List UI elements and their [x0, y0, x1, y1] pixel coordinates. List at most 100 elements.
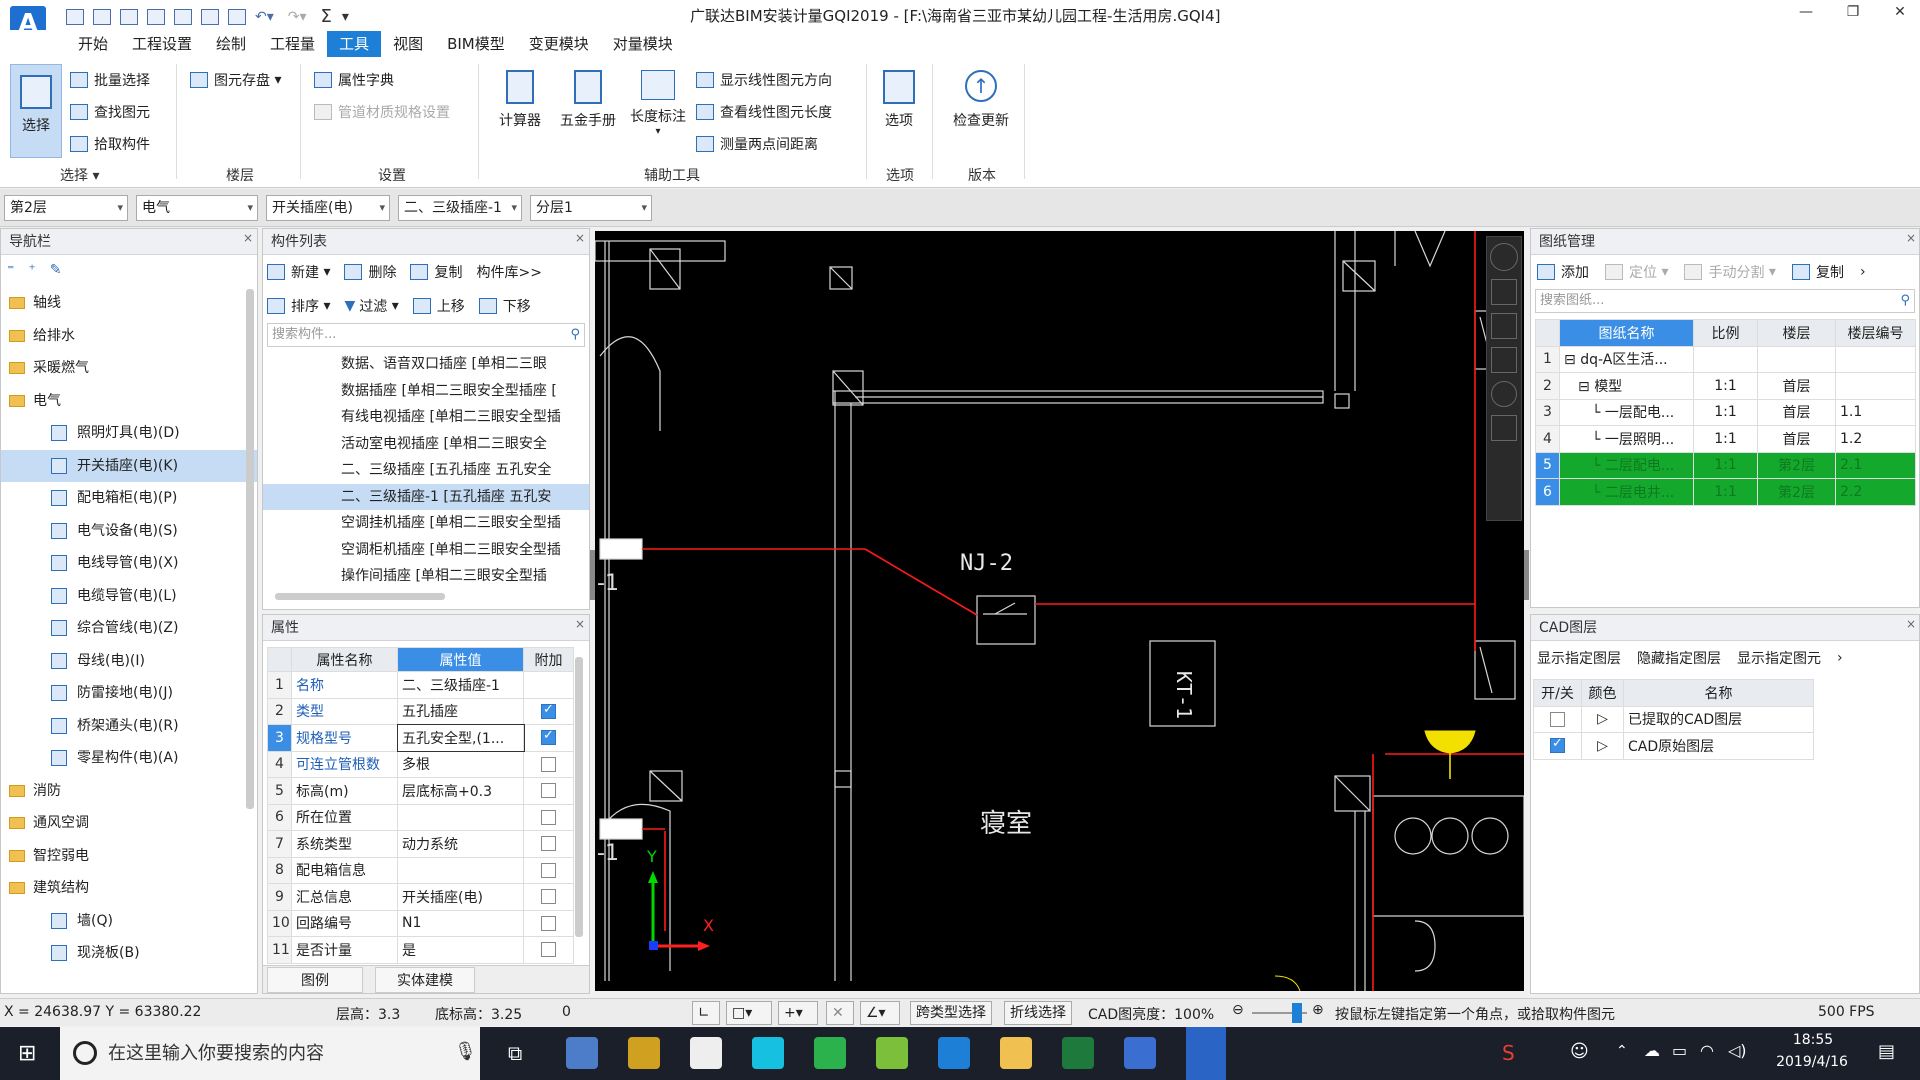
calculator-button[interactable]: 计算器: [494, 70, 546, 130]
select-big-button[interactable]: 选择: [10, 64, 62, 158]
tab-legend[interactable]: 图例: [267, 966, 363, 993]
layer-toggle-checkbox[interactable]: [1550, 711, 1565, 727]
app-chrome-icon[interactable]: [566, 1037, 598, 1069]
property-row[interactable]: 4 可连立管根数 多根: [267, 750, 574, 778]
delete-button[interactable]: 删除: [344, 262, 396, 282]
layer-expand-icon[interactable]: ▷: [1581, 732, 1624, 760]
redo-icon[interactable]: ↷▾: [288, 9, 307, 25]
find-element-button[interactable]: 查找图元: [70, 96, 150, 128]
component-row[interactable]: 数据、语音双口插座 [单相二三眼: [263, 351, 589, 378]
undo-icon[interactable]: ↶▾: [255, 9, 274, 25]
export-icon[interactable]: [174, 8, 192, 25]
ime-icon[interactable]: S: [1502, 1041, 1515, 1065]
cad-app-icon[interactable]: [1124, 1037, 1156, 1069]
component-row[interactable]: 空调挂机插座 [单相二三眼安全型插: [263, 510, 589, 537]
close-button[interactable]: ✕: [1880, 4, 1920, 20]
component-type-combo[interactable]: 开关插座(电): [266, 195, 390, 221]
view-length-button[interactable]: 查看线性图元长度: [696, 96, 832, 128]
property-value[interactable]: 五孔插座: [397, 697, 524, 725]
property-value[interactable]: 是: [397, 936, 524, 964]
nav-item-6[interactable]: 配电箱柜(电)(P): [1, 482, 257, 515]
collapse-icon[interactable]: ⁼: [7, 262, 14, 278]
nav-item-12[interactable]: 防雷接地(电)(J): [1, 677, 257, 710]
close-icon[interactable]: ×: [243, 231, 253, 245]
show-direction-button[interactable]: 显示线性图元方向: [696, 64, 832, 96]
grid-snap-icon[interactable]: +▾: [778, 1001, 818, 1025]
taskbar-search-input[interactable]: 在这里输入你要搜索的内容: [60, 1027, 480, 1080]
menu-item-6[interactable]: BIM模型: [435, 31, 517, 57]
property-value[interactable]: 五孔安全型,(1...: [396, 723, 525, 752]
more-icon[interactable]: ›: [1860, 264, 1866, 280]
measure-distance-button[interactable]: 测量两点间距离: [696, 128, 832, 160]
angle-icon[interactable]: ∠▾: [860, 1001, 900, 1025]
extra-checkbox[interactable]: [541, 836, 556, 852]
tray-chevron-icon[interactable]: ⌃: [1616, 1043, 1628, 1059]
floor-combo[interactable]: 第2层: [4, 195, 128, 221]
nav-item-4[interactable]: 照明灯具(电)(D): [1, 417, 257, 450]
copy-drawing-button[interactable]: 复制: [1791, 262, 1844, 282]
property-dict-button[interactable]: 属性字典: [314, 64, 450, 96]
new-file-icon[interactable]: [66, 8, 84, 25]
menu-item-4[interactable]: 工具: [327, 31, 382, 57]
cad-layer-row[interactable]: ▷ 已提取的CAD图层: [1533, 705, 1814, 733]
property-row[interactable]: 9 汇总信息 开关插座(电): [267, 883, 574, 911]
nav-item-14[interactable]: 零星构件(电)(A): [1, 742, 257, 775]
component-row[interactable]: 二、三级插座-1 [五孔插座 五孔安: [263, 483, 589, 510]
pick-component-button[interactable]: 拾取构件: [70, 128, 150, 160]
task-view-icon[interactable]: ⧉: [508, 1041, 522, 1065]
drawing-row[interactable]: 3 └ 一层配电... 1:1 首层 1.1: [1535, 398, 1916, 426]
expand-icon[interactable]: ⁺: [28, 262, 35, 278]
wechat-icon[interactable]: [814, 1037, 846, 1069]
mail-icon[interactable]: [690, 1037, 722, 1069]
snap-icon[interactable]: □▾: [726, 1001, 772, 1025]
nav-item-8[interactable]: 电线导管(电)(X): [1, 547, 257, 580]
drawing-row[interactable]: 2 ⊟ 模型 1:1 首层: [1535, 372, 1916, 400]
menu-item-3[interactable]: 工程量: [258, 31, 327, 57]
extra-checkbox[interactable]: [541, 809, 556, 825]
cross-icon[interactable]: ✕: [826, 1001, 854, 1025]
qq-icon[interactable]: [752, 1037, 784, 1069]
wifi-icon[interactable]: ◠: [1700, 1041, 1714, 1060]
extra-checkbox[interactable]: [541, 702, 556, 719]
menu-item-0[interactable]: 开始: [66, 31, 120, 57]
hardware-manual-button[interactable]: 五金手册: [556, 70, 620, 130]
component-row[interactable]: 数据插座 [单相二三眼安全型插座 [: [263, 378, 589, 405]
gqi-app-icon[interactable]: [1186, 1027, 1226, 1080]
nav-item-2[interactable]: 采暖燃气: [1, 352, 257, 385]
import-icon[interactable]: [201, 8, 219, 25]
brightness-plus-icon[interactable]: ⊕: [1312, 1002, 1324, 1018]
tab-solid-model[interactable]: 实体建模: [375, 966, 475, 993]
extra-checkbox[interactable]: [541, 915, 556, 931]
sort-button[interactable]: 排序 ▾: [267, 296, 330, 316]
component-row[interactable]: 二、三级插座 [五孔插座 五孔安全: [263, 457, 589, 484]
nav-item-11[interactable]: 母线(电)(I): [1, 645, 257, 678]
ortho-icon[interactable]: ∟: [692, 1001, 720, 1025]
save-icon[interactable]: [120, 8, 138, 25]
nav-item-7[interactable]: 电气设备(电)(S): [1, 515, 257, 548]
layer-expand-icon[interactable]: ▷: [1581, 705, 1624, 733]
app-icon[interactable]: [876, 1037, 908, 1069]
batch-select-button[interactable]: 批量选择: [70, 64, 150, 96]
property-value[interactable]: 多根: [397, 750, 524, 778]
brightness-slider-handle[interactable]: [1292, 1003, 1302, 1023]
drawing-search-input[interactable]: 搜索图纸... ⚲: [1535, 289, 1915, 313]
layer-combo[interactable]: 分层1: [530, 195, 652, 221]
menu-item-8[interactable]: 对量模块: [601, 31, 685, 57]
close-icon[interactable]: ×: [1906, 617, 1916, 631]
drawing-row[interactable]: 5 └ 二层配电... 1:1 第2层 2.1: [1535, 451, 1916, 479]
tree-toggle-icon[interactable]: ⊟: [1578, 379, 1594, 395]
more-icon[interactable]: ›: [1837, 650, 1843, 666]
clock-date[interactable]: 2019/4/16: [1772, 1054, 1852, 1070]
properties-scrollbar[interactable]: [575, 657, 583, 937]
edit-icon[interactable]: ✎: [50, 262, 62, 278]
nav-item-5[interactable]: 开关插座(电)(K): [1, 449, 257, 482]
nav-item-3[interactable]: 电气: [1, 385, 257, 418]
close-icon[interactable]: ×: [1906, 231, 1916, 245]
pipe-material-button[interactable]: 管道材质规格设置: [314, 96, 450, 128]
property-row[interactable]: 2 类型 五孔插座: [267, 697, 574, 725]
extra-checkbox[interactable]: [541, 942, 556, 958]
manual-split-button[interactable]: 手动分割 ▾: [1684, 262, 1776, 282]
move-down-button[interactable]: 下移: [478, 296, 531, 316]
customize-qa-icon[interactable]: ▾: [342, 9, 349, 25]
restore-button[interactable]: ❐: [1833, 4, 1873, 20]
